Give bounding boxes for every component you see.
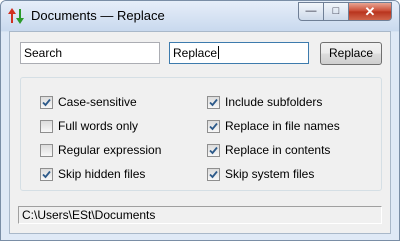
dialog-body: Search Replace Replace Case-sensitive Fu… <box>9 31 391 234</box>
regular-expression-checkbox[interactable]: Regular expression <box>40 142 161 158</box>
replace-input[interactable]: Replace <box>169 42 309 64</box>
replace-input-value: Replace <box>173 46 218 60</box>
title-bar[interactable]: Documents — Replace — □ ✕ <box>1 1 399 31</box>
skip-system-files-checkbox[interactable]: Skip system files <box>207 166 314 182</box>
window-title: Documents — Replace <box>31 8 165 23</box>
checkbox-label: Case-sensitive <box>58 95 137 109</box>
replace-button[interactable]: Replace <box>320 42 382 65</box>
checkbox-label: Include subfolders <box>225 95 323 109</box>
replace-button-label: Replace <box>328 46 374 60</box>
search-input[interactable]: Search <box>20 42 160 64</box>
maximize-icon: □ <box>332 5 340 17</box>
checkbox-box <box>207 95 220 109</box>
checkmark-icon <box>209 98 218 106</box>
checkbox-label: Full words only <box>58 119 139 133</box>
checkmark-icon <box>209 122 218 130</box>
search-input-value: Search <box>24 46 63 60</box>
checkmark-icon <box>209 170 218 178</box>
checkmark-icon <box>209 146 218 154</box>
close-button[interactable]: ✕ <box>349 2 392 21</box>
checkbox-box <box>40 167 53 181</box>
checkbox-label: Skip system files <box>225 167 315 181</box>
full-words-only-checkbox[interactable]: Full words only <box>40 118 138 134</box>
checkbox-label: Skip hidden files <box>58 167 146 181</box>
minimize-icon: — <box>305 5 317 17</box>
maximize-button[interactable]: □ <box>324 2 349 21</box>
checkmark-icon <box>42 98 51 106</box>
checkbox-box <box>207 143 220 157</box>
app-window: Documents — Replace — □ ✕ Search Replace… <box>0 0 400 241</box>
options-group: Case-sensitive Full words only Regular e… <box>20 77 382 191</box>
case-sensitive-checkbox[interactable]: Case-sensitive <box>40 94 137 110</box>
checkbox-label: Regular expression <box>58 143 162 157</box>
checkbox-box <box>40 95 53 109</box>
checkbox-label: Replace in file names <box>225 119 340 133</box>
checkmark-icon <box>42 170 51 178</box>
checkbox-box <box>40 143 53 157</box>
minimize-button[interactable]: — <box>298 2 324 21</box>
replace-in-contents-checkbox[interactable]: Replace in contents <box>207 142 330 158</box>
skip-hidden-files-checkbox[interactable]: Skip hidden files <box>40 166 145 182</box>
close-icon: ✕ <box>364 4 376 19</box>
checkbox-label: Replace in contents <box>225 143 331 157</box>
checkbox-box <box>207 119 220 133</box>
text-caret <box>218 46 220 59</box>
window-controls: — □ ✕ <box>298 2 392 21</box>
up-down-arrows-icon <box>8 8 24 24</box>
include-subfolders-checkbox[interactable]: Include subfolders <box>207 94 322 110</box>
current-path: C:\Users\ESt\Documents <box>22 208 156 222</box>
replace-in-file-names-checkbox[interactable]: Replace in file names <box>207 118 340 134</box>
checkbox-box <box>40 119 53 133</box>
status-bar: C:\Users\ESt\Documents <box>18 206 382 224</box>
checkbox-box <box>207 167 220 181</box>
